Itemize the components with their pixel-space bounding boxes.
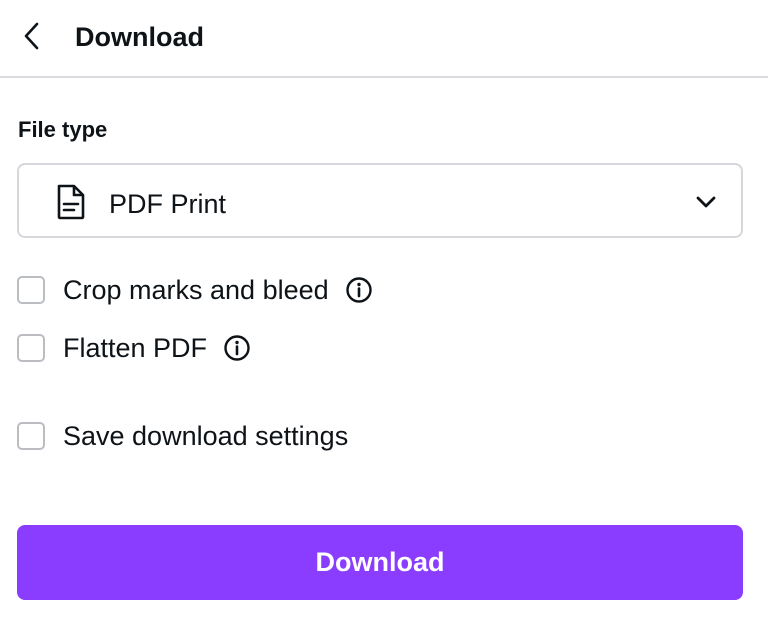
chevron-down-icon (696, 196, 716, 208)
download-button[interactable]: Download (17, 525, 743, 600)
flatten-pdf-option[interactable]: Flatten PDF (17, 332, 251, 364)
file-type-value: PDF Print (109, 189, 227, 219)
crop-marks-label: Crop marks and bleed (63, 275, 329, 305)
crop-marks-option[interactable]: Crop marks and bleed (17, 274, 373, 306)
page-title: Download (75, 22, 204, 52)
flatten-pdf-checkbox[interactable] (17, 334, 45, 362)
chevron-left-icon (24, 22, 39, 50)
save-settings-option[interactable]: Save download settings (17, 420, 348, 452)
save-settings-label: Save download settings (63, 421, 349, 451)
file-type-select[interactable]: PDF Print (17, 163, 743, 238)
back-button[interactable] (14, 18, 50, 54)
file-type-label: File type (18, 117, 108, 142)
crop-marks-checkbox[interactable] (17, 276, 45, 304)
flatten-pdf-label: Flatten PDF (63, 333, 208, 363)
download-panel: Download File type PDF Print Crop marks … (0, 0, 768, 624)
panel-header: Download (0, 0, 768, 78)
save-settings-checkbox[interactable] (17, 422, 45, 450)
info-icon[interactable] (223, 334, 251, 362)
document-icon (57, 184, 85, 220)
info-icon[interactable] (345, 276, 373, 304)
